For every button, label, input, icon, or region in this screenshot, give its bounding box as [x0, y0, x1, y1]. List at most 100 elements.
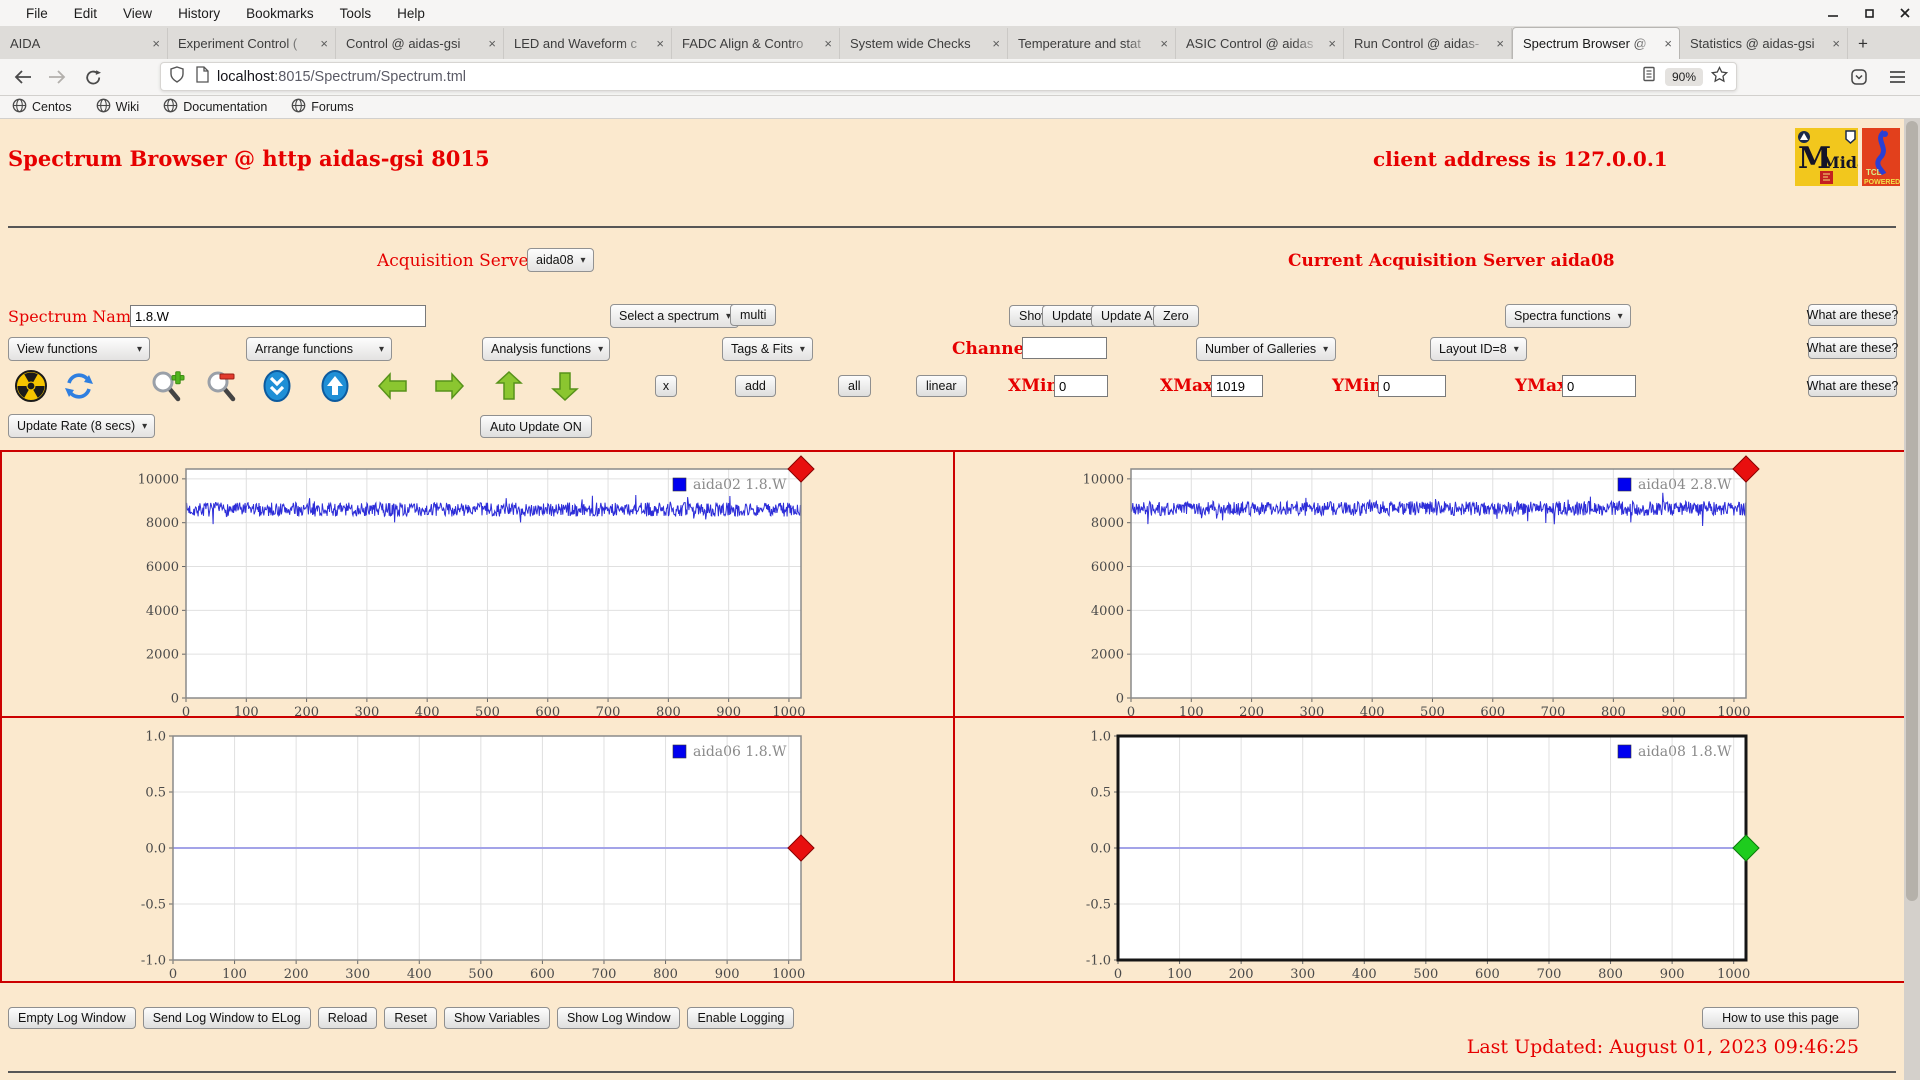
browser-tab[interactable]: Spectrum Browser @ × [1512, 27, 1680, 59]
browser-tab[interactable]: Experiment Control (× [168, 28, 336, 59]
browser-tab[interactable]: Run Control @ aidas- × [1344, 28, 1512, 59]
tab-close-icon[interactable]: × [1328, 36, 1336, 51]
zoom-level-badge[interactable]: 90% [1664, 67, 1703, 86]
browser-tab[interactable]: System wide Checks × [840, 28, 1008, 59]
zoom-in-icon[interactable] [150, 369, 185, 403]
bookmark-documentation[interactable]: Documentation [163, 98, 267, 116]
back-icon[interactable] [12, 66, 34, 88]
menu-help[interactable]: Help [397, 6, 425, 21]
number-of-galleries-dropdown[interactable]: Number of Galleries ▾ [1196, 337, 1337, 361]
forward-icon[interactable] [46, 66, 68, 88]
spectrum-name-input[interactable] [130, 305, 426, 327]
browser-tab[interactable]: Control @ aidas-gsi × [336, 28, 504, 59]
tab-close-icon[interactable]: × [656, 36, 664, 51]
tcl-logo[interactable]: TCL POWERED [1862, 128, 1900, 191]
reload-icon[interactable] [82, 66, 104, 88]
ymin-input[interactable] [1378, 375, 1446, 397]
tab-close-icon[interactable]: × [488, 36, 496, 51]
analysis-functions-dropdown[interactable]: Analysis functions ▾ [482, 337, 610, 361]
what-are-these-button-3[interactable]: What are these? [1807, 375, 1898, 397]
page-info-icon[interactable] [195, 65, 209, 88]
menu-view[interactable]: View [123, 6, 152, 21]
reader-mode-icon[interactable] [1641, 66, 1657, 87]
menu-bookmarks[interactable]: Bookmarks [246, 6, 314, 21]
multi-button[interactable]: multi [730, 304, 777, 326]
update-rate-dropdown[interactable]: Update Rate (8 secs) ▾ [8, 414, 156, 438]
arrow-left-icon[interactable] [376, 369, 410, 403]
tags-fits-dropdown[interactable]: Tags & Fits ▾ [722, 337, 813, 361]
spectra-functions-dropdown[interactable]: Spectra functions ▾ [1505, 304, 1631, 328]
show-log-window-button[interactable]: Show Log Window [556, 1007, 681, 1029]
minimize-button[interactable] [1826, 6, 1840, 20]
scrollbar[interactable] [1904, 119, 1920, 1080]
arrange-functions-dropdown[interactable]: Arrange functions ▾ [246, 337, 392, 361]
tab-close-icon[interactable]: × [152, 36, 160, 51]
spectrum-panel-aida04[interactable]: 0 100 200 300 400 500 600 700 800 900 1000 0 2000 400… [955, 452, 1912, 720]
hamburger-menu-icon[interactable] [1886, 66, 1908, 88]
maximize-button[interactable] [1862, 6, 1876, 20]
linear-button[interactable]: linear [916, 375, 967, 397]
x-button[interactable]: x [655, 375, 677, 397]
tab-close-icon[interactable]: × [1160, 36, 1168, 51]
refresh-icon[interactable] [62, 369, 96, 403]
tab-close-icon[interactable]: × [824, 36, 832, 51]
auto-update-button[interactable]: Auto Update ON [480, 415, 592, 438]
how-to-use-button[interactable]: How to use this page [1702, 1007, 1859, 1029]
send-log-window-to-elog-button[interactable]: Send Log Window to ELog [142, 1007, 311, 1029]
circle-up-icon[interactable] [320, 369, 354, 403]
bookmark-forums[interactable]: Forums [291, 98, 354, 116]
arrow-up-icon[interactable] [492, 369, 526, 403]
reload-button[interactable]: Reload [317, 1007, 378, 1029]
what-are-these-button-2[interactable]: What are these? [1807, 337, 1898, 359]
scrollbar-thumb[interactable] [1906, 121, 1918, 901]
bookmark-wiki[interactable]: Wiki [96, 98, 139, 116]
xmax-input[interactable] [1211, 375, 1263, 397]
channel-input[interactable] [1022, 337, 1107, 359]
browser-tab[interactable]: FADC Align & Contro × [672, 28, 840, 59]
zero-button[interactable]: Zero [1153, 305, 1199, 327]
browser-tab[interactable]: AIDA × [0, 28, 168, 59]
menu-file[interactable]: File [26, 6, 48, 21]
tab-close-icon[interactable]: × [1664, 36, 1672, 51]
tab-close-icon[interactable]: × [1832, 36, 1840, 51]
close-button[interactable] [1898, 6, 1912, 20]
add-button[interactable]: add [735, 375, 776, 397]
browser-tab[interactable]: ASIC Control @ aidas × [1176, 28, 1344, 59]
new-tab-button[interactable]: + [1848, 28, 1878, 59]
browser-tab[interactable]: Statistics @ aidas-gsi × [1680, 28, 1848, 59]
bookmark-centos[interactable]: Centos [12, 98, 72, 116]
view-functions-dropdown[interactable]: View functions ▾ [8, 337, 150, 361]
show-variables-button[interactable]: Show Variables [444, 1007, 550, 1029]
arrow-right-icon[interactable] [432, 369, 466, 403]
radiation-icon[interactable] [14, 369, 48, 403]
bookmark-star-icon[interactable] [1710, 65, 1729, 88]
shield-icon[interactable] [169, 65, 185, 88]
all-button[interactable]: all [838, 375, 871, 397]
pocket-icon[interactable] [1848, 66, 1870, 88]
menu-tools[interactable]: Tools [340, 6, 372, 21]
tab-close-icon[interactable]: × [1496, 36, 1504, 51]
tab-close-icon[interactable]: × [992, 36, 1000, 51]
select-spectrum-dropdown[interactable]: Select a spectrum ▾ [610, 304, 740, 328]
browser-tab[interactable]: LED and Waveform c × [504, 28, 672, 59]
acquisition-server-select[interactable]: aida08 ▾ [527, 248, 594, 272]
spectrum-panel-aida02[interactable]: 0 100 200 300 400 500 600 700 800 900 1000 0 2000 400… [2, 452, 955, 720]
spectrum-panel-aida08[interactable]: 0 100 200 300 400 500 600 700 800 900 1000 1.0 0.5 0.… [955, 718, 1912, 982]
circle-double-down-icon[interactable] [262, 369, 296, 403]
xmin-input[interactable] [1054, 375, 1108, 397]
what-are-these-button-1[interactable]: What are these? [1807, 304, 1898, 326]
layout-id-dropdown[interactable]: Layout ID=8 ▾ [1430, 337, 1527, 361]
empty-log-window-button[interactable]: Empty Log Window [8, 1007, 136, 1029]
menu-history[interactable]: History [178, 6, 220, 21]
arrow-down-icon[interactable] [548, 369, 582, 403]
spectrum-panel-aida06[interactable]: 0 100 200 300 400 500 600 700 800 900 1000 1.0 0.5 0.… [2, 718, 955, 982]
enable-logging-button[interactable]: Enable Logging [687, 1007, 795, 1029]
zoom-out-icon[interactable] [205, 369, 239, 403]
menu-edit[interactable]: Edit [74, 6, 97, 21]
tab-close-icon[interactable]: × [320, 36, 328, 51]
ymax-input[interactable] [1562, 375, 1636, 397]
midas-logo[interactable]: MMidas [1795, 128, 1876, 191]
reset-button[interactable]: Reset [384, 1007, 437, 1029]
url-bar[interactable]: localhost:8015/Spectrum/Spectrum.tml 90% [160, 62, 1737, 91]
browser-tab[interactable]: Temperature and stat × [1008, 28, 1176, 59]
